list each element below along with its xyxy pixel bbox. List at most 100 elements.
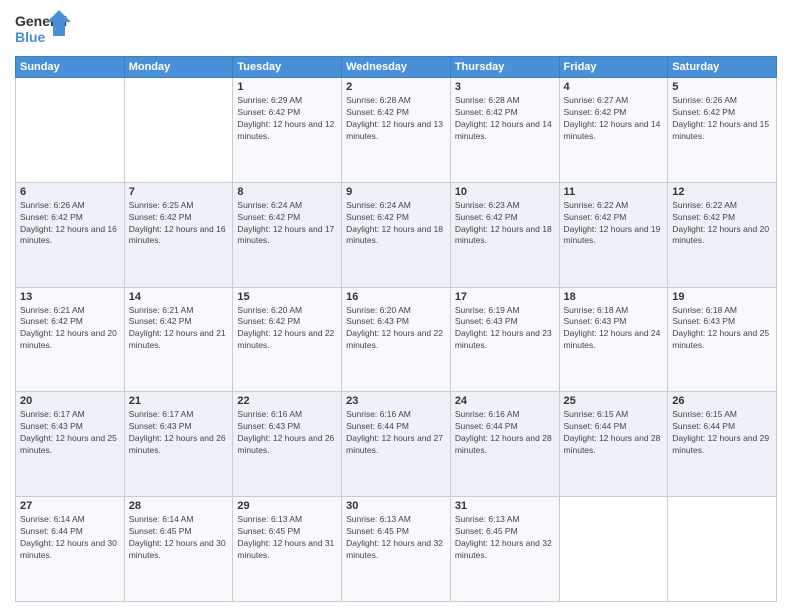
calendar-cell: 2 Sunrise: 6:28 AM Sunset: 6:42 PM Daylig… xyxy=(342,78,451,183)
page: GeneralBlue SundayMondayTuesdayWednesday… xyxy=(0,0,792,612)
calendar-cell: 6 Sunrise: 6:26 AM Sunset: 6:42 PM Daylig… xyxy=(16,182,125,287)
day-number: 14 xyxy=(129,291,229,303)
day-detail: Sunrise: 6:18 AM Sunset: 6:43 PM Dayligh… xyxy=(564,305,664,353)
day-detail: Sunrise: 6:22 AM Sunset: 6:42 PM Dayligh… xyxy=(564,200,664,248)
calendar-table: SundayMondayTuesdayWednesdayThursdayFrid… xyxy=(15,56,777,602)
day-number: 6 xyxy=(20,186,120,198)
day-detail: Sunrise: 6:17 AM Sunset: 6:43 PM Dayligh… xyxy=(129,409,229,457)
day-number: 26 xyxy=(672,395,772,407)
day-detail: Sunrise: 6:26 AM Sunset: 6:42 PM Dayligh… xyxy=(672,95,772,143)
day-detail: Sunrise: 6:26 AM Sunset: 6:42 PM Dayligh… xyxy=(20,200,120,248)
day-number: 22 xyxy=(237,395,337,407)
day-detail: Sunrise: 6:16 AM Sunset: 6:44 PM Dayligh… xyxy=(455,409,555,457)
calendar-cell: 5Sunrise: 6:26 AM Sunset: 6:42 PM Daylig… xyxy=(668,78,777,183)
day-number: 28 xyxy=(129,500,229,512)
day-detail: Sunrise: 6:13 AM Sunset: 6:45 PM Dayligh… xyxy=(237,514,337,562)
svg-text:Blue: Blue xyxy=(15,29,46,45)
day-detail: Sunrise: 6:28 AM Sunset: 6:42 PM Dayligh… xyxy=(455,95,555,143)
day-number: 10 xyxy=(455,186,555,198)
weekday-header: Sunday xyxy=(16,57,125,78)
day-number: 15 xyxy=(237,291,337,303)
logo: GeneralBlue xyxy=(15,10,75,50)
weekday-header: Monday xyxy=(124,57,233,78)
day-number: 11 xyxy=(564,186,664,198)
calendar-cell: 28 Sunrise: 6:14 AM Sunset: 6:45 PM Dayli… xyxy=(124,497,233,602)
calendar-cell: 8Sunrise: 6:24 AM Sunset: 6:42 PM Daylig… xyxy=(233,182,342,287)
day-detail: Sunrise: 6:21 AM Sunset: 6:42 PM Dayligh… xyxy=(129,305,229,353)
day-detail: Sunrise: 6:14 AM Sunset: 6:44 PM Dayligh… xyxy=(20,514,120,562)
weekday-header: Wednesday xyxy=(342,57,451,78)
day-detail: Sunrise: 6:15 AM Sunset: 6:44 PM Dayligh… xyxy=(672,409,772,457)
calendar-cell: 31 Sunrise: 6:13 AM Sunset: 6:45 PM Dayli… xyxy=(450,497,559,602)
day-detail: Sunrise: 6:17 AM Sunset: 6:43 PM Dayligh… xyxy=(20,409,120,457)
day-number: 27 xyxy=(20,500,120,512)
calendar-week-row: 27 Sunrise: 6:14 AM Sunset: 6:44 PM Dayli… xyxy=(16,497,777,602)
header: GeneralBlue xyxy=(15,10,777,50)
calendar-cell: 15 Sunrise: 6:20 AM Sunset: 6:42 PM Dayli… xyxy=(233,287,342,392)
day-detail: Sunrise: 6:27 AM Sunset: 6:42 PM Dayligh… xyxy=(564,95,664,143)
day-detail: Sunrise: 6:22 AM Sunset: 6:42 PM Dayligh… xyxy=(672,200,772,248)
calendar-cell: 24 Sunrise: 6:16 AM Sunset: 6:44 PM Dayli… xyxy=(450,392,559,497)
day-detail: Sunrise: 6:18 AM Sunset: 6:43 PM Dayligh… xyxy=(672,305,772,353)
calendar-cell: 23 Sunrise: 6:16 AM Sunset: 6:44 PM Dayli… xyxy=(342,392,451,497)
day-detail: Sunrise: 6:15 AM Sunset: 6:44 PM Dayligh… xyxy=(564,409,664,457)
calendar-cell: 27 Sunrise: 6:14 AM Sunset: 6:44 PM Dayli… xyxy=(16,497,125,602)
day-detail: Sunrise: 6:23 AM Sunset: 6:42 PM Dayligh… xyxy=(455,200,555,248)
calendar-cell: 16Sunrise: 6:20 AM Sunset: 6:43 PM Dayli… xyxy=(342,287,451,392)
day-detail: Sunrise: 6:14 AM Sunset: 6:45 PM Dayligh… xyxy=(129,514,229,562)
day-number: 8 xyxy=(237,186,337,198)
day-detail: Sunrise: 6:20 AM Sunset: 6:42 PM Dayligh… xyxy=(237,305,337,353)
day-number: 3 xyxy=(455,81,555,93)
day-number: 18 xyxy=(564,291,664,303)
calendar-cell: 20 Sunrise: 6:17 AM Sunset: 6:43 PM Dayli… xyxy=(16,392,125,497)
day-detail: Sunrise: 6:19 AM Sunset: 6:43 PM Dayligh… xyxy=(455,305,555,353)
day-number: 9 xyxy=(346,186,446,198)
day-detail: Sunrise: 6:16 AM Sunset: 6:44 PM Dayligh… xyxy=(346,409,446,457)
calendar-week-row: 6 Sunrise: 6:26 AM Sunset: 6:42 PM Daylig… xyxy=(16,182,777,287)
calendar-cell xyxy=(559,497,668,602)
weekday-header: Friday xyxy=(559,57,668,78)
day-detail: Sunrise: 6:21 AM Sunset: 6:42 PM Dayligh… xyxy=(20,305,120,353)
calendar-cell xyxy=(16,78,125,183)
calendar-cell: 22Sunrise: 6:16 AM Sunset: 6:43 PM Dayli… xyxy=(233,392,342,497)
calendar-cell: 12 Sunrise: 6:22 AM Sunset: 6:42 PM Dayli… xyxy=(668,182,777,287)
day-number: 29 xyxy=(237,500,337,512)
calendar-cell: 25 Sunrise: 6:15 AM Sunset: 6:44 PM Dayli… xyxy=(559,392,668,497)
calendar-cell: 26 Sunrise: 6:15 AM Sunset: 6:44 PM Dayli… xyxy=(668,392,777,497)
calendar-week-row: 20 Sunrise: 6:17 AM Sunset: 6:43 PM Dayli… xyxy=(16,392,777,497)
day-number: 7 xyxy=(129,186,229,198)
day-number: 20 xyxy=(20,395,120,407)
day-number: 2 xyxy=(346,81,446,93)
calendar-cell xyxy=(668,497,777,602)
day-detail: Sunrise: 6:25 AM Sunset: 6:42 PM Dayligh… xyxy=(129,200,229,248)
day-number: 24 xyxy=(455,395,555,407)
calendar-cell: 1 Sunrise: 6:29 AM Sunset: 6:42 PM Daylig… xyxy=(233,78,342,183)
day-number: 30 xyxy=(346,500,446,512)
calendar-cell: 13Sunrise: 6:21 AM Sunset: 6:42 PM Dayli… xyxy=(16,287,125,392)
day-number: 21 xyxy=(129,395,229,407)
calendar-week-row: 1 Sunrise: 6:29 AM Sunset: 6:42 PM Daylig… xyxy=(16,78,777,183)
weekday-header: Saturday xyxy=(668,57,777,78)
day-number: 25 xyxy=(564,395,664,407)
day-detail: Sunrise: 6:28 AM Sunset: 6:42 PM Dayligh… xyxy=(346,95,446,143)
calendar-cell: 30 Sunrise: 6:13 AM Sunset: 6:45 PM Dayli… xyxy=(342,497,451,602)
calendar-cell: 17 Sunrise: 6:19 AM Sunset: 6:43 PM Dayli… xyxy=(450,287,559,392)
calendar-cell: 9 Sunrise: 6:24 AM Sunset: 6:42 PM Daylig… xyxy=(342,182,451,287)
calendar-cell: 11 Sunrise: 6:22 AM Sunset: 6:42 PM Dayli… xyxy=(559,182,668,287)
weekday-header: Thursday xyxy=(450,57,559,78)
calendar-cell: 14 Sunrise: 6:21 AM Sunset: 6:42 PM Dayli… xyxy=(124,287,233,392)
day-number: 17 xyxy=(455,291,555,303)
calendar-cell: 7 Sunrise: 6:25 AM Sunset: 6:42 PM Daylig… xyxy=(124,182,233,287)
day-detail: Sunrise: 6:13 AM Sunset: 6:45 PM Dayligh… xyxy=(346,514,446,562)
day-number: 23 xyxy=(346,395,446,407)
day-detail: Sunrise: 6:13 AM Sunset: 6:45 PM Dayligh… xyxy=(455,514,555,562)
calendar-cell xyxy=(124,78,233,183)
day-number: 31 xyxy=(455,500,555,512)
calendar-cell: 18 Sunrise: 6:18 AM Sunset: 6:43 PM Dayli… xyxy=(559,287,668,392)
calendar-header-row: SundayMondayTuesdayWednesdayThursdayFrid… xyxy=(16,57,777,78)
day-number: 12 xyxy=(672,186,772,198)
day-number: 1 xyxy=(237,81,337,93)
day-detail: Sunrise: 6:29 AM Sunset: 6:42 PM Dayligh… xyxy=(237,95,337,143)
day-detail: Sunrise: 6:24 AM Sunset: 6:42 PM Dayligh… xyxy=(346,200,446,248)
calendar-cell: 29 Sunrise: 6:13 AM Sunset: 6:45 PM Dayli… xyxy=(233,497,342,602)
